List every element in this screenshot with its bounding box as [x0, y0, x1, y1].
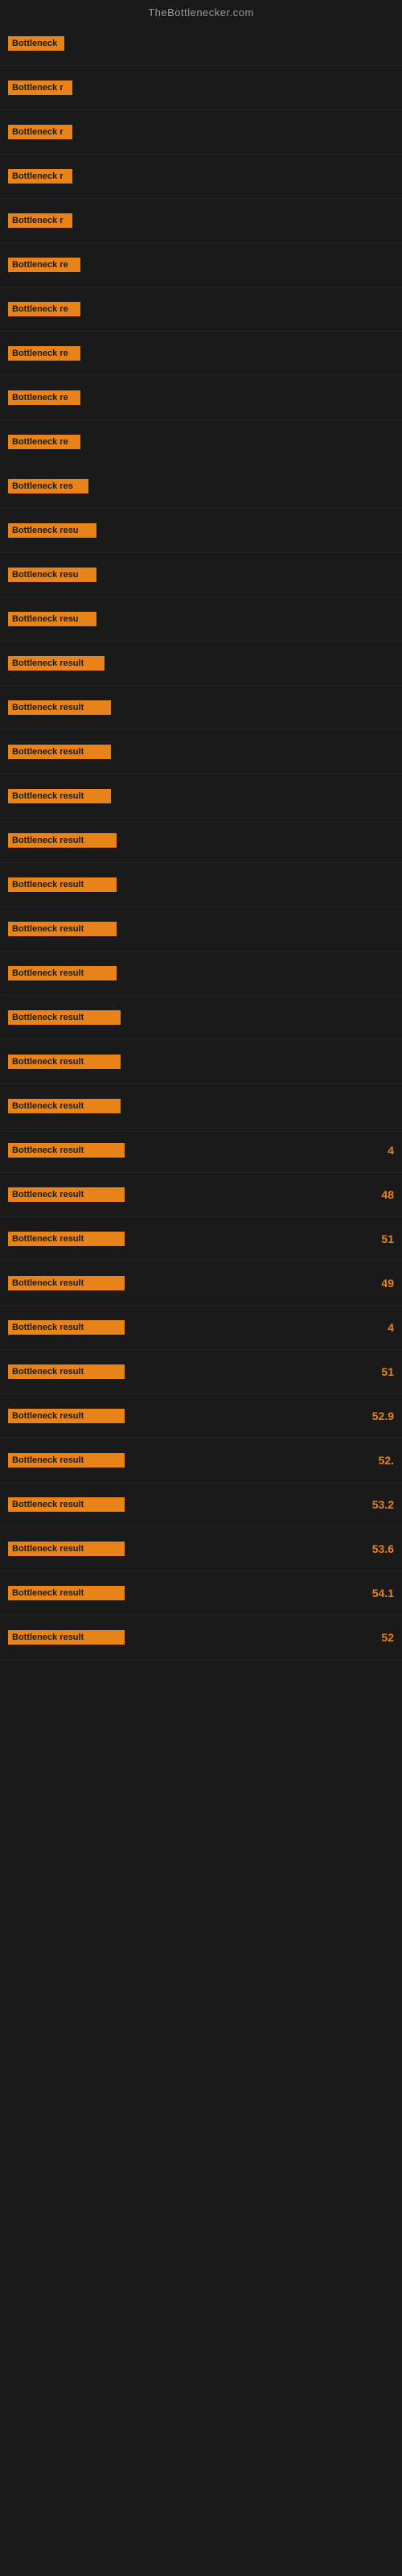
bottleneck-label: Bottleneck re — [8, 346, 80, 361]
bottleneck-value: 51 — [375, 1232, 394, 1245]
list-item: Bottleneck re — [0, 332, 402, 376]
bottleneck-label: Bottleneck result — [8, 833, 117, 848]
list-item: Bottleneck result — [0, 774, 402, 819]
bottleneck-label: Bottleneck result — [8, 789, 111, 803]
bottleneck-label: Bottleneck result — [8, 1453, 125, 1468]
list-item: Bottleneck result 4 — [0, 1306, 402, 1350]
bottleneck-value: 4 — [381, 1144, 394, 1157]
list-item: Bottleneck result — [0, 686, 402, 730]
bottleneck-label: Bottleneck result — [8, 1143, 125, 1158]
list-item: Bottleneck result 52.9 — [0, 1394, 402, 1439]
bottleneck-value: 52.9 — [366, 1410, 394, 1422]
bottleneck-label: Bottleneck result — [8, 1099, 121, 1113]
list-item: Bottleneck r — [0, 199, 402, 243]
list-item: Bottleneck re — [0, 287, 402, 332]
bottleneck-label: Bottleneck r — [8, 80, 72, 95]
list-item: Bottleneck result 54.1 — [0, 1571, 402, 1616]
bottleneck-value: 53.6 — [366, 1542, 394, 1555]
list-item: Bottleneck r — [0, 155, 402, 199]
bottleneck-label: Bottleneck result — [8, 1187, 125, 1202]
list-item: Bottleneck result — [0, 1084, 402, 1129]
bottleneck-label: Bottleneck result — [8, 1586, 125, 1600]
list-item: Bottleneck result 51 — [0, 1350, 402, 1394]
bottleneck-label: Bottleneck re — [8, 258, 80, 272]
bottleneck-label: Bottleneck result — [8, 745, 111, 759]
bottleneck-label: Bottleneck result — [8, 700, 111, 715]
bottleneck-label: Bottleneck result — [8, 656, 105, 671]
bottleneck-value: 51 — [375, 1365, 394, 1378]
list-item: Bottleneck result — [0, 730, 402, 774]
bottleneck-label: Bottleneck re — [8, 435, 80, 449]
list-item: Bottleneck re — [0, 243, 402, 287]
bottleneck-value: 52. — [372, 1454, 394, 1467]
list-item: Bottleneck result — [0, 863, 402, 907]
list-item: Bottleneck result — [0, 642, 402, 686]
list-item: Bottleneck result 52 — [0, 1616, 402, 1660]
bottleneck-label: Bottleneck resu — [8, 568, 96, 582]
list-item: Bottleneck — [0, 22, 402, 66]
bottleneck-label: Bottleneck result — [8, 1320, 125, 1335]
bottleneck-label: Bottleneck result — [8, 1010, 121, 1025]
bottleneck-label: Bottleneck result — [8, 922, 117, 936]
list-item: Bottleneck result 48 — [0, 1173, 402, 1217]
bottleneck-value: 53.2 — [366, 1498, 394, 1511]
list-item: Bottleneck resu — [0, 597, 402, 642]
bottleneck-label: Bottleneck result — [8, 1055, 121, 1069]
bottleneck-label: Bottleneck resu — [8, 612, 96, 626]
bottleneck-label: Bottleneck r — [8, 213, 72, 228]
bottleneck-value: 49 — [375, 1277, 394, 1290]
bottleneck-label: Bottleneck result — [8, 1542, 125, 1556]
list-item: Bottleneck re — [0, 376, 402, 420]
bottleneck-label: Bottleneck — [8, 36, 64, 51]
bottleneck-label: Bottleneck result — [8, 1630, 125, 1645]
list-item: Bottleneck result 52. — [0, 1439, 402, 1483]
list-item: Bottleneck result — [0, 907, 402, 952]
bottleneck-label: Bottleneck res — [8, 479, 88, 493]
bottleneck-label: Bottleneck resu — [8, 523, 96, 538]
list-item: Bottleneck result — [0, 819, 402, 863]
list-item: Bottleneck result 51 — [0, 1217, 402, 1261]
bottleneck-label: Bottleneck result — [8, 1409, 125, 1423]
list-item: Bottleneck r — [0, 66, 402, 110]
list-item: Bottleneck resu — [0, 509, 402, 553]
bottleneck-label: Bottleneck result — [8, 1364, 125, 1379]
list-item: Bottleneck result — [0, 1040, 402, 1084]
bottleneck-label: Bottleneck r — [8, 169, 72, 184]
list-item: Bottleneck result 49 — [0, 1261, 402, 1306]
bottleneck-label: Bottleneck result — [8, 1276, 125, 1290]
list-item: Bottleneck resu — [0, 553, 402, 597]
bottleneck-value: 4 — [381, 1321, 394, 1334]
bottleneck-label: Bottleneck result — [8, 1232, 125, 1246]
list-item: Bottleneck res — [0, 464, 402, 509]
bottleneck-label: Bottleneck result — [8, 1497, 125, 1512]
site-title: TheBottlenecker.com — [0, 0, 402, 22]
bottleneck-label: Bottleneck result — [8, 877, 117, 892]
list-item: Bottleneck result — [0, 996, 402, 1040]
bottleneck-label: Bottleneck re — [8, 302, 80, 316]
bottleneck-value: 54.1 — [366, 1587, 394, 1600]
bottleneck-label: Bottleneck result — [8, 966, 117, 980]
list-item: Bottleneck result 53.2 — [0, 1483, 402, 1527]
list-item: Bottleneck r — [0, 110, 402, 155]
list-item: Bottleneck result 53.6 — [0, 1527, 402, 1571]
bottleneck-label: Bottleneck re — [8, 390, 80, 405]
bottleneck-label: Bottleneck r — [8, 125, 72, 139]
list-item: Bottleneck result 4 — [0, 1129, 402, 1173]
bottleneck-value: 52 — [375, 1631, 394, 1644]
list-item: Bottleneck re — [0, 420, 402, 464]
list-item: Bottleneck result — [0, 952, 402, 996]
bottleneck-value: 48 — [375, 1188, 394, 1201]
